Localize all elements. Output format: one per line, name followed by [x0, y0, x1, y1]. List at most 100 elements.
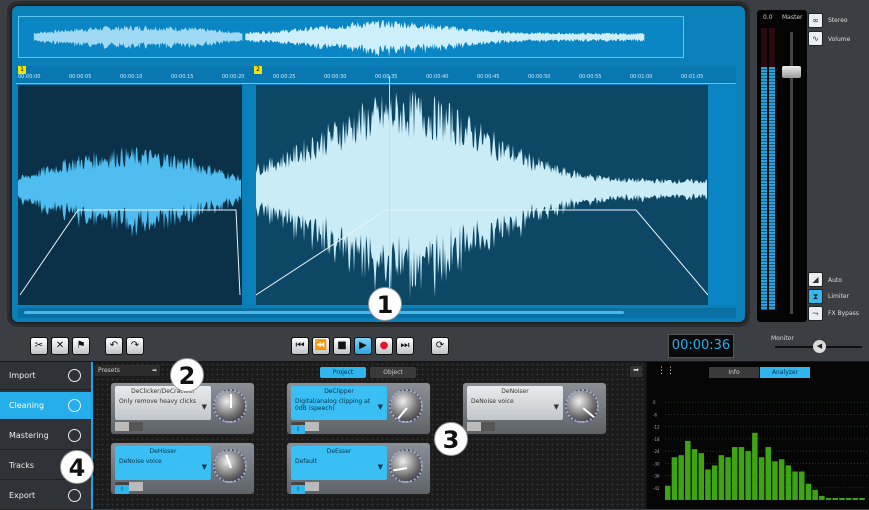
- master-fader[interactable]: [782, 65, 801, 78]
- y-tick-label: 0: [653, 400, 656, 405]
- timecode-label: 00:01:00: [630, 74, 653, 80]
- sidebar-item-label: Cleaning: [9, 401, 45, 410]
- tab-info[interactable]: Info: [709, 367, 759, 378]
- chevron-down-icon: ▼: [377, 463, 383, 471]
- spectrum-chart: 0 -6 -12 -18 -24 -30 -36 -42: [653, 400, 867, 500]
- preset-value: Digital/analog clipping at 0dB (speech): [295, 398, 371, 412]
- undo-button[interactable]: ↶: [105, 337, 123, 355]
- level-meter-right: [769, 28, 775, 310]
- auto-label: Auto: [828, 277, 842, 284]
- auto-icon[interactable]: ◢: [808, 272, 823, 287]
- sidebar-item-mastering[interactable]: Mastering: [0, 422, 91, 450]
- sidebar-item-cleaning[interactable]: Cleaning: [0, 392, 91, 420]
- timecode-label: 00:00:35: [375, 74, 398, 80]
- audio-clip-1[interactable]: [18, 85, 242, 305]
- arrow-right-icon: ➡: [151, 367, 157, 374]
- redo-button[interactable]: ↷: [126, 337, 144, 355]
- spectrum-bar: [772, 461, 778, 500]
- y-tick-label: -36: [653, 474, 660, 479]
- effect-knob[interactable]: [389, 449, 423, 483]
- monitor-slider[interactable]: ◀: [775, 340, 862, 353]
- effect-name: DeClipper: [324, 388, 354, 395]
- stereo-icon[interactable]: ∞: [808, 13, 823, 28]
- analyzer-panel: ⋮⋮ Info Analyzer 0 -6 -12 -18 -24 -30 -36 -42: [647, 362, 869, 509]
- sidebar-item-label: Export: [9, 491, 36, 500]
- spectrum-bar: [711, 465, 718, 500]
- timecode-label: 00:00:40: [426, 74, 449, 80]
- preset-dropdown[interactable]: DeClipper Digital/analog clipping at 0dB …: [291, 386, 387, 420]
- timeline-ruler[interactable]: 00:00:00 00:00:05 00:00:10 00:00:15 00:00:20…: [16, 66, 736, 84]
- marker-2[interactable]: 2: [254, 66, 262, 74]
- spectrum-bar: [725, 457, 731, 500]
- fx-bypass-icon[interactable]: ⤳: [808, 306, 823, 321]
- spectrum-bar: [785, 465, 792, 500]
- stop-button[interactable]: ■: [333, 337, 351, 355]
- preset-dropdown[interactable]: DeHisser DeNoise voice ▼: [115, 446, 211, 480]
- sidebar-item-export[interactable]: Export: [0, 482, 91, 510]
- delete-button[interactable]: ✕: [51, 337, 69, 355]
- waveform: [33, 25, 243, 50]
- spectrum-bar: [812, 489, 818, 500]
- effect-toggle[interactable]: [115, 422, 143, 431]
- y-tick-label: -30: [653, 461, 660, 466]
- chevron-down-icon: ▼: [377, 403, 383, 411]
- sidebar-item-label: Tracks: [9, 461, 35, 470]
- y-tick-label: -18: [653, 437, 660, 442]
- spectrum-bar: [732, 447, 738, 500]
- preset-value: Default: [295, 458, 317, 465]
- presets-dropdown[interactable]: Presets ➡: [95, 365, 160, 376]
- effect-knob[interactable]: [213, 389, 247, 423]
- expand-arrow-icon[interactable]: ➡: [630, 366, 642, 377]
- spectrum-bar: [845, 497, 852, 500]
- loop-button[interactable]: ⟳: [431, 337, 449, 355]
- preset-dropdown[interactable]: DeNoiser DeNoise voice ▼: [467, 386, 563, 420]
- spectrum-bar: [832, 497, 838, 500]
- tab-project[interactable]: Project: [320, 367, 366, 378]
- effect-toggle[interactable]: [467, 422, 495, 431]
- cut-button[interactable]: ✂: [30, 337, 48, 355]
- spectrum-bar: [718, 455, 725, 500]
- spectrum-bar: [839, 497, 845, 500]
- effect-knob[interactable]: [565, 389, 599, 423]
- skip-to-start-button[interactable]: ⏮: [291, 337, 309, 355]
- overview-waveform[interactable]: [18, 16, 684, 58]
- spectrum-bar: [765, 447, 771, 500]
- effect-module-denoiser: DeNoiser DeNoise voice ▼: [462, 382, 607, 435]
- spectrum-bar: [685, 440, 691, 500]
- playhead[interactable]: [389, 76, 390, 306]
- spectrum-bar: [792, 471, 798, 500]
- preset-dropdown[interactable]: DeClicker/DeCrackler Only remove heavy cl…: [115, 386, 211, 420]
- sidebar-item-import[interactable]: Import: [0, 362, 91, 390]
- volume-icon[interactable]: ∿: [808, 31, 823, 46]
- record-button[interactable]: ●: [375, 337, 393, 355]
- callout-1: 1: [368, 287, 402, 321]
- effect-knob[interactable]: [389, 389, 423, 423]
- effect-toggle[interactable]: I: [291, 482, 319, 494]
- preset-dropdown[interactable]: DeEsser Default ▼: [291, 446, 387, 480]
- chevron-down-icon: ▼: [201, 403, 207, 411]
- spectrum-bar: [852, 497, 859, 500]
- effect-knob[interactable]: [213, 449, 247, 483]
- marker-1[interactable]: 1: [18, 66, 26, 74]
- timecode-label: 00:00:10: [120, 74, 143, 80]
- next-button[interactable]: ⏭: [396, 337, 414, 355]
- tab-object[interactable]: Object: [370, 367, 416, 378]
- presets-label: Presets: [98, 367, 120, 374]
- grid-menu-icon[interactable]: ⋮⋮: [657, 366, 675, 376]
- flag-button[interactable]: ⚑: [72, 337, 90, 355]
- spectrum-bar: [678, 455, 684, 500]
- fx-bypass-label: FX Bypass: [828, 310, 859, 317]
- previous-button[interactable]: ⏪: [312, 337, 330, 355]
- limiter-icon[interactable]: ⧗: [808, 289, 823, 304]
- callout-3: 3: [434, 422, 468, 456]
- audio-clip-2[interactable]: [256, 85, 708, 305]
- effect-toggle[interactable]: I: [115, 482, 143, 494]
- play-button[interactable]: ▶: [354, 337, 372, 355]
- tab-analyzer[interactable]: Analyzer: [760, 367, 810, 378]
- effect-toggle[interactable]: I: [291, 422, 319, 434]
- preset-value: Only remove heavy clicks: [119, 398, 197, 405]
- effect-module-declipper: DeClipper Digital/analog clipping at 0dB …: [286, 382, 431, 435]
- effect-module-deesser: DeEsser Default ▼ I: [286, 442, 431, 495]
- level-meter-left: [761, 28, 767, 310]
- spectrum-bar: [752, 432, 758, 500]
